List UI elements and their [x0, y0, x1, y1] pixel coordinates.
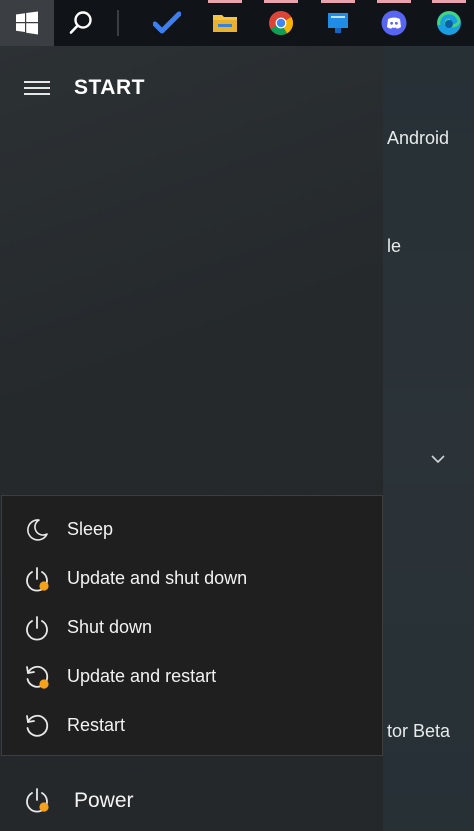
power-option-shut-down[interactable]: Shut down: [2, 603, 382, 652]
power-option-label: Sleep: [67, 519, 114, 539]
taskbar: [0, 0, 474, 46]
search-button[interactable]: [54, 0, 108, 46]
app-indicator: [377, 0, 411, 3]
power-option-label: Restart: [67, 715, 126, 735]
power-option-sleep[interactable]: Sleep: [2, 505, 382, 554]
background-text: le: [387, 236, 402, 256]
power-option-label: Update and shut down: [67, 568, 248, 588]
menu-icon[interactable]: [24, 81, 50, 97]
power-button[interactable]: Power: [0, 776, 383, 826]
taskbar-app-window[interactable]: [309, 0, 367, 46]
power-update-icon: [26, 566, 49, 592]
power-button-label: Power: [74, 789, 134, 812]
background-text: tor Beta: [387, 721, 451, 741]
discord-icon: [381, 10, 407, 36]
power-update-icon: [26, 788, 49, 813]
taskbar-app-file-explorer[interactable]: [196, 0, 254, 46]
taskbar-app-discord[interactable]: [365, 0, 423, 46]
edge-icon: [437, 11, 461, 35]
app-indicator: [264, 0, 298, 3]
restart-icon: [26, 714, 49, 737]
power-option-update-and-restart[interactable]: Update and restart: [2, 652, 382, 701]
windows-logo-icon: [16, 11, 38, 35]
power-option-update-and-shut-down[interactable]: Update and shut down: [2, 554, 382, 603]
app-window-icon: [328, 13, 348, 33]
chevron-down-icon: [431, 455, 445, 464]
power-option-label: Update and restart: [67, 666, 217, 686]
power-icon: [26, 615, 48, 641]
restart-update-icon: [26, 665, 49, 689]
taskbar-app-chrome[interactable]: [252, 0, 310, 46]
taskbar-app-edge[interactable]: [420, 0, 474, 46]
background-window: Android le tor Beta: [383, 46, 474, 831]
power-option-label: Shut down: [67, 617, 153, 637]
start-button[interactable]: [0, 0, 54, 46]
moon-icon: [27, 518, 48, 541]
power-option-restart[interactable]: Restart: [2, 701, 382, 750]
chrome-icon: [269, 11, 294, 36]
background-text: Android: [387, 128, 450, 148]
todo-app-icon: [153, 11, 181, 34]
app-indicator: [321, 0, 355, 3]
file-explorer-icon: [213, 15, 237, 32]
taskbar-app-todo[interactable]: [138, 0, 196, 46]
start-menu-title: START: [74, 76, 145, 99]
power-options-menu: Sleep Update and shut down Shut down Upd…: [1, 495, 383, 756]
app-indicator: [208, 0, 242, 3]
taskbar-separator: [117, 10, 119, 36]
search-icon: [69, 11, 92, 34]
app-indicator: [432, 0, 466, 3]
